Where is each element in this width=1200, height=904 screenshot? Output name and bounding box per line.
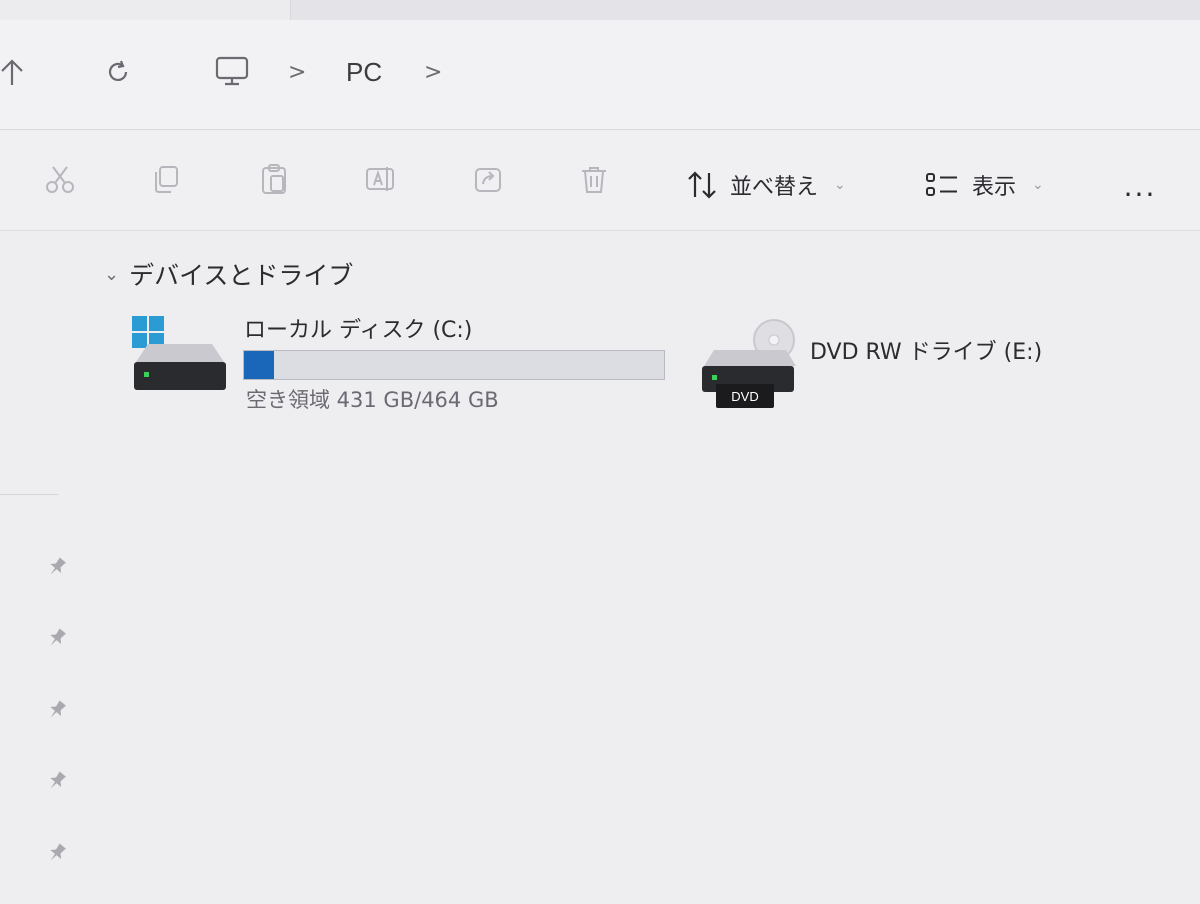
pin-icon[interactable]: [44, 840, 70, 866]
tab-area: [290, 0, 1200, 20]
content-area: ⌄ デバイスとドライブ ローカル ディスク (C:) 空き領域 431 GB/4…: [0, 232, 1200, 904]
chevron-down-icon: ⌄: [1032, 177, 1044, 193]
refresh-icon: [108, 60, 128, 81]
rename-icon: [366, 167, 394, 191]
this-pc-icon[interactable]: [212, 54, 252, 90]
disk-usage-bar: [243, 350, 665, 380]
pin-icon[interactable]: [44, 554, 70, 580]
disk-usage-fill: [244, 351, 274, 379]
paste-button[interactable]: [254, 159, 294, 199]
refresh-button[interactable]: [100, 54, 136, 90]
sidebar-divider: [0, 494, 58, 495]
share-icon: [475, 168, 501, 192]
up-button[interactable]: [0, 54, 30, 90]
sort-label: 並べ替え: [730, 175, 819, 200]
breadcrumb-pc[interactable]: PC: [346, 54, 382, 90]
command-bar: 並べ替え ⌄ 表示 ⌄ ...: [0, 131, 1200, 231]
address-bar-row: > PC >: [0, 20, 1200, 130]
paste-icon: [262, 164, 286, 194]
window-top-strip: [0, 0, 1200, 20]
pin-icon[interactable]: [44, 625, 70, 651]
dvd-badge: DVD: [716, 384, 774, 408]
pin-icon[interactable]: [44, 697, 70, 723]
breadcrumb-separator: >: [288, 59, 307, 85]
local-disk-name[interactable]: ローカル ディスク (C:): [244, 312, 472, 344]
group-title: デバイスとドライブ: [129, 261, 354, 290]
copy-button[interactable]: [146, 159, 186, 199]
file-explorer-window: > PC > 並べ替え ⌄ 表示 ⌄ ... ⌄ デバイスとドライブ ローカル …: [0, 0, 1200, 904]
sort-button[interactable]: 並べ替え ⌄: [686, 165, 846, 205]
rename-button[interactable]: [360, 159, 400, 199]
cut-button[interactable]: [40, 159, 80, 199]
arrow-up-icon: [1, 59, 23, 85]
share-button[interactable]: [468, 159, 508, 199]
pin-icon[interactable]: [44, 768, 70, 794]
dvd-drive-icon[interactable]: DVD: [700, 312, 800, 412]
delete-icon: [582, 167, 606, 193]
more-options-button[interactable]: ...: [1118, 170, 1162, 203]
view-button[interactable]: 表示 ⌄: [924, 165, 1044, 205]
chevron-down-icon: ⌄: [834, 177, 846, 193]
group-header-devices[interactable]: ⌄ デバイスとドライブ: [104, 254, 353, 294]
copy-icon: [155, 166, 178, 193]
sort-icon: [688, 171, 716, 199]
local-disk-icon[interactable]: [130, 314, 230, 394]
delete-button[interactable]: [574, 159, 614, 199]
breadcrumb-separator[interactable]: >: [424, 54, 442, 90]
view-icon: [926, 173, 957, 196]
dvd-drive-name[interactable]: DVD RW ドライブ (E:): [810, 334, 1042, 366]
cut-icon: [46, 166, 74, 193]
view-label: 表示: [972, 175, 1017, 200]
local-disk-space: 空き領域 431 GB/464 GB: [246, 388, 499, 412]
chevron-down-icon: ⌄: [104, 263, 120, 285]
